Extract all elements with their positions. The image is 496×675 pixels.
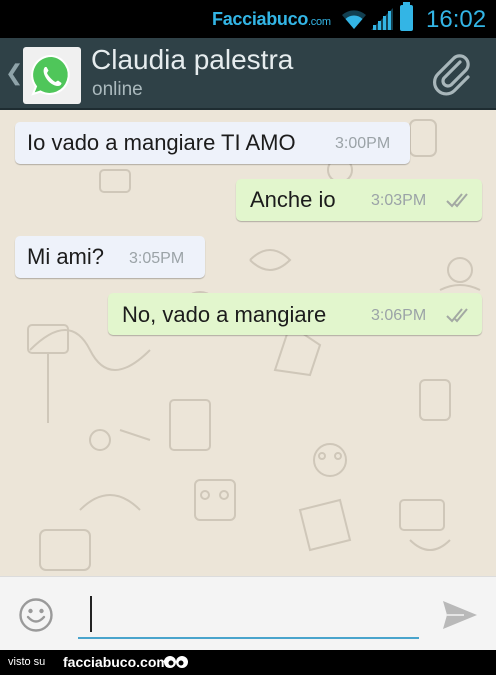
- double-check-icon: [446, 193, 468, 208]
- footer-prefix: visto su: [8, 656, 46, 668]
- text-cursor: [90, 596, 92, 632]
- message-bubble-incoming[interactable]: Mi ami? 3:05PM: [15, 236, 205, 278]
- message-text: Mi ami?: [27, 244, 105, 269]
- battery-icon: [400, 2, 413, 31]
- eyes-logo-icon: [164, 656, 188, 668]
- chat-header[interactable]: ❮ Claudia palestra online: [0, 38, 496, 110]
- wifi-icon: [342, 10, 366, 29]
- chat-area[interactable]: Io vado a mangiare TI AMO 3:00PM Anche i…: [0, 110, 496, 576]
- watermark-suffix: .com: [308, 16, 331, 28]
- smiley-icon[interactable]: [18, 597, 54, 633]
- message-text: No, vado a mangiare: [122, 302, 327, 327]
- contact-avatar[interactable]: [23, 47, 81, 104]
- watermark-text: Facciabuco: [212, 9, 309, 29]
- message-bubble-outgoing[interactable]: No, vado a mangiare 3:06PM: [108, 293, 482, 335]
- footer-site[interactable]: facciabuco.com: [63, 654, 169, 670]
- double-check-icon: [446, 308, 468, 323]
- message-time: 3:06PM: [371, 307, 427, 324]
- message-bubble-incoming[interactable]: Io vado a mangiare TI AMO 3:00PM: [15, 122, 410, 164]
- back-chevron-icon[interactable]: ❮: [5, 60, 23, 86]
- whatsapp-logo-icon: [31, 54, 70, 96]
- status-bar: Facciabuco.com 16:02: [0, 0, 496, 38]
- contact-status: online: [92, 79, 143, 100]
- contact-name[interactable]: Claudia palestra: [91, 44, 293, 76]
- signal-icon: [371, 8, 393, 30]
- message-text: Io vado a mangiare TI AMO: [27, 130, 296, 155]
- paperclip-icon[interactable]: [430, 52, 476, 98]
- message-text: Anche io: [250, 187, 336, 212]
- message-time: 3:00PM: [335, 135, 391, 152]
- clock: 16:02: [426, 6, 487, 33]
- footer-bar: visto su facciabuco.com: [0, 650, 496, 675]
- message-time: 3:05PM: [129, 250, 185, 267]
- message-input[interactable]: [78, 589, 419, 639]
- send-icon[interactable]: [440, 597, 480, 633]
- message-composer: [0, 576, 496, 650]
- message-time: 3:03PM: [371, 192, 427, 209]
- message-bubble-outgoing[interactable]: Anche io 3:03PM: [236, 179, 482, 221]
- watermark: Facciabuco.com: [212, 9, 331, 30]
